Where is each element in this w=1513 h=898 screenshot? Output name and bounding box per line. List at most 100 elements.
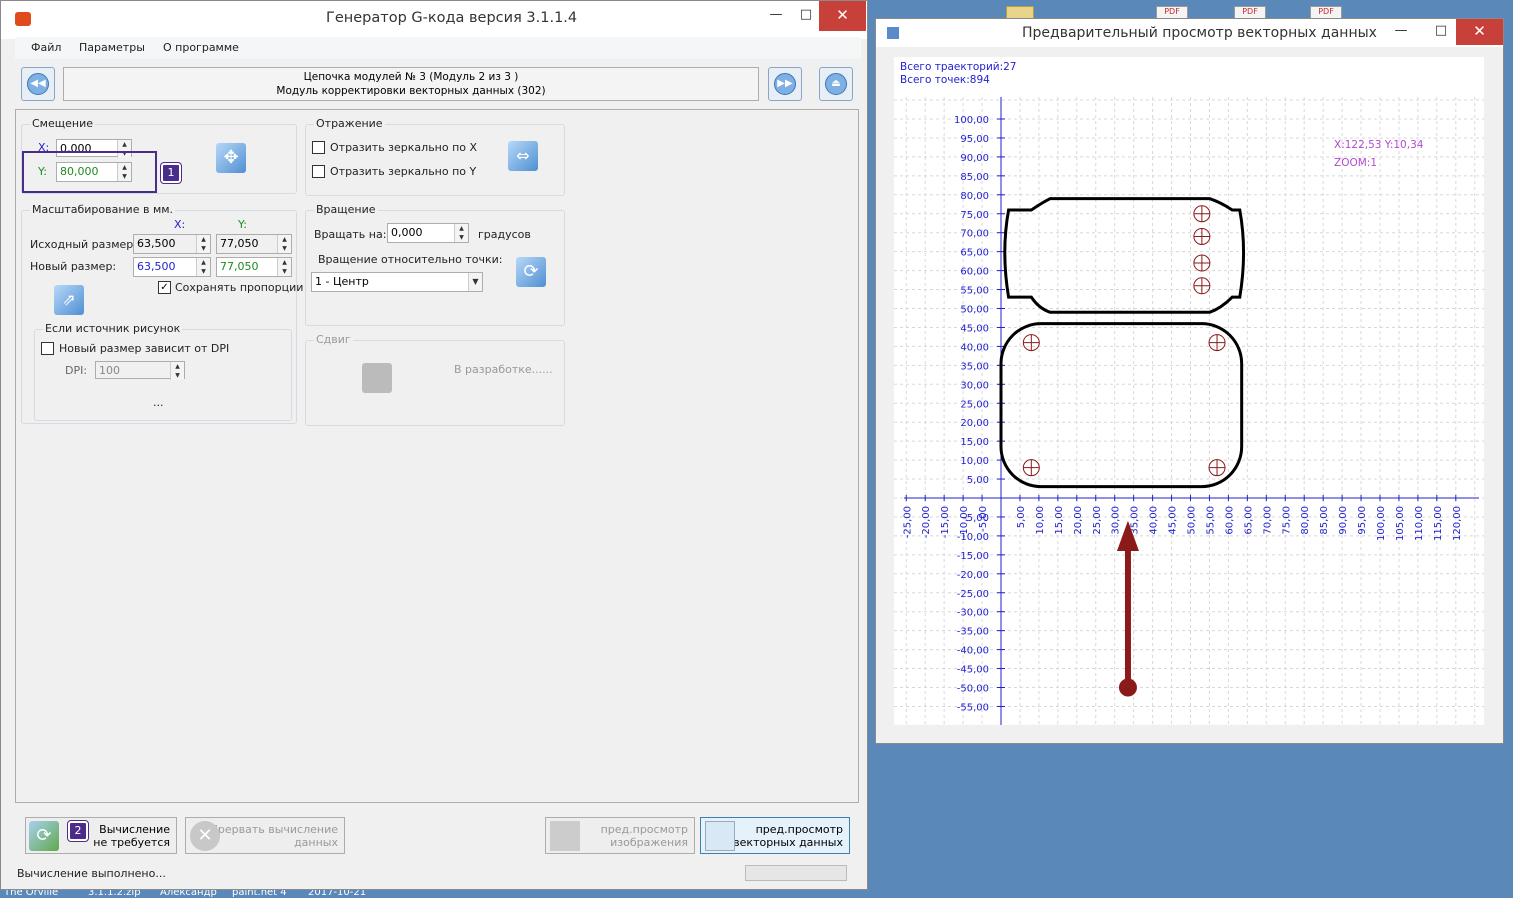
rotate-input[interactable]: 0,000 ▲ ▼	[387, 223, 469, 243]
y-tick-label: 45,00	[960, 323, 989, 334]
scale-group: Масштабирование в мм. X: Y: Исходный раз…	[21, 203, 303, 424]
image-preview-button[interactable]: пред.просмотр изображения	[545, 817, 695, 854]
spin-arrows-icon[interactable]: ▲ ▼	[196, 258, 210, 276]
eject-button[interactable]: ⏏	[819, 67, 853, 101]
total-points: Всего точек:894	[900, 74, 990, 86]
keep-proportions-label: Сохранять пропорции	[175, 281, 304, 294]
prev-module-button[interactable]: ◀◀	[21, 67, 55, 101]
next-module-button[interactable]: ▶▶	[768, 67, 802, 101]
calc-button[interactable]: ⟳ 2 Вычисление не требуется	[25, 817, 177, 854]
preview-maximize-button[interactable]: □	[1426, 19, 1456, 45]
y-tick-label: 80,00	[960, 191, 989, 202]
move-arrows-icon[interactable]: ✥	[216, 143, 246, 173]
scale-col-x: X:	[174, 218, 186, 231]
x-tick-label: 55,00	[1205, 506, 1216, 535]
mirror-icon[interactable]: ⇔	[508, 141, 538, 171]
y-tick-label: 90,00	[960, 153, 989, 164]
new-x-value: 63,500	[137, 260, 176, 273]
menu-file[interactable]: Файл	[31, 41, 61, 54]
offset-y-label: Y:	[38, 165, 47, 178]
y-tick-label: 100,00	[954, 115, 989, 126]
y-tick-label: -55,00	[957, 702, 989, 713]
content-panel: Смещение X: 0,000 ▲ ▼ Y: 80,000 ▲ ▼ 1 ✥ Отра…	[15, 109, 859, 803]
rotation-title: Вращение	[314, 203, 378, 216]
preview-close-button[interactable]: ✕	[1456, 19, 1503, 45]
preview-titlebar: Предварительный просмотр векторных данны…	[876, 19, 1503, 47]
dpi-check-label: Новый размер зависит от DPI	[59, 342, 230, 355]
offset-y-value: 80,000	[60, 165, 99, 178]
preview-minimize-button[interactable]: —	[1386, 19, 1416, 45]
menu-bar: Файл Параметры О программе	[15, 37, 861, 59]
dpi-value: 100	[99, 364, 120, 377]
shift-group: Сдвиг В разработке......	[305, 333, 565, 426]
new-y-value: 77,050	[220, 260, 259, 273]
mirror-y-checkbox[interactable]	[312, 165, 325, 178]
x-tick-label: 90,00	[1338, 506, 1349, 535]
maximize-button[interactable]: □	[791, 1, 821, 31]
spin-arrows-icon[interactable]: ▲ ▼	[277, 235, 291, 253]
eject-icon: ⏏	[825, 73, 847, 95]
rotate-point-value: 1 - Центр	[315, 275, 369, 288]
x-tick-label: 45,00	[1168, 506, 1179, 535]
src-x-input[interactable]: 63,500 ▲ ▼	[133, 234, 211, 254]
mirror-y-label: Отразить зеркально по Y	[330, 165, 477, 178]
scale-icon[interactable]: ⇗	[54, 285, 84, 315]
annotation-dot	[1118, 678, 1137, 697]
x-tick-label: 10,00	[1035, 506, 1046, 535]
preview-window-title: Предварительный просмотр векторных данны…	[1022, 25, 1377, 41]
spin-arrows-icon[interactable]: ▲ ▼	[454, 224, 468, 242]
callout-badge-2: 2	[67, 820, 89, 842]
shift-status: В разработке......	[454, 363, 553, 376]
spin-arrows-icon[interactable]: ▲ ▼	[196, 235, 210, 253]
y-tick-label: 30,00	[960, 380, 989, 391]
y-tick-label: -50,00	[957, 684, 989, 695]
main-titlebar: Генератор G-кода версия 3.1.1.4 — □ ✕	[1, 1, 867, 39]
x-tick-label: 50,00	[1187, 506, 1198, 535]
x-tick-label: 115,00	[1433, 506, 1444, 541]
abort-button[interactable]: ✕ Прервать вычисление данных	[185, 817, 345, 854]
preview-canvas[interactable]: 100,00 95,00 90,00 85,00 80,00 75,00 70,00 65,0…	[894, 57, 1484, 725]
rotate-point-select[interactable]: 1 - Центр ▼	[311, 272, 483, 292]
y-tick-label: -15,00	[957, 551, 989, 562]
y-tick-label: 10,00	[960, 456, 989, 467]
callout-badge-1: 1	[160, 162, 182, 184]
spin-arrows-icon[interactable]: ▲ ▼	[117, 163, 131, 181]
cursor-coord: X:122,53 Y:10,34	[1334, 139, 1424, 151]
x-tick-label: 20,00	[1073, 506, 1084, 535]
x-tick-label: -15,00	[940, 506, 951, 538]
spin-arrows-icon[interactable]: ▲ ▼	[170, 362, 184, 380]
new-x-input[interactable]: 63,500 ▲ ▼	[133, 257, 211, 277]
progress-bar	[745, 865, 847, 881]
x-tick-label: 110,00	[1414, 506, 1425, 541]
mirror-x-checkbox[interactable]	[312, 141, 325, 154]
vector-plot[interactable]: 100,00 95,00 90,00 85,00 80,00 75,00 70,00 65,0…	[894, 57, 1484, 725]
offset-title: Смещение	[30, 117, 95, 130]
total-paths: Всего траекторий:27	[900, 61, 1017, 73]
y-tick-label: 15,00	[960, 437, 989, 448]
abort-x-icon: ✕	[190, 821, 220, 851]
preview-app-icon	[887, 27, 899, 39]
src-y-input[interactable]: 77,050 ▲ ▼	[216, 234, 292, 254]
chevron-down-icon[interactable]: ▼	[468, 273, 482, 291]
preview-window: Предварительный просмотр векторных данны…	[875, 18, 1504, 744]
keep-proportions-checkbox[interactable]: ✓	[158, 281, 171, 294]
main-window-title: Генератор G-кода версия 3.1.1.4	[326, 10, 578, 26]
rotate-icon[interactable]: ⟳	[516, 257, 546, 287]
dpi-ellipsis[interactable]: ...	[153, 396, 164, 409]
src-size-label: Исходный размер:	[30, 238, 137, 251]
x-tick-label: -25,00	[902, 506, 913, 538]
close-button[interactable]: ✕	[819, 1, 866, 31]
fast-forward-icon: ▶▶	[774, 73, 796, 95]
menu-about[interactable]: О программе	[163, 41, 239, 54]
vector-preview-button[interactable]: пред.просмотр векторных данных	[700, 817, 850, 854]
rotate-relative-label: Вращение относительно точки:	[318, 253, 503, 266]
y-tick-label: 20,00	[960, 418, 989, 429]
spin-arrows-icon[interactable]: ▲ ▼	[277, 258, 291, 276]
minimize-button[interactable]: —	[761, 1, 791, 31]
offset-y-input[interactable]: 80,000 ▲ ▼	[56, 162, 132, 182]
mirror-title: Отражение	[314, 117, 385, 130]
menu-params[interactable]: Параметры	[79, 41, 145, 54]
dpi-input[interactable]: 100 ▲ ▼	[95, 361, 185, 380]
new-y-input[interactable]: 77,050 ▲ ▼	[216, 257, 292, 277]
dpi-checkbox[interactable]	[41, 342, 54, 355]
